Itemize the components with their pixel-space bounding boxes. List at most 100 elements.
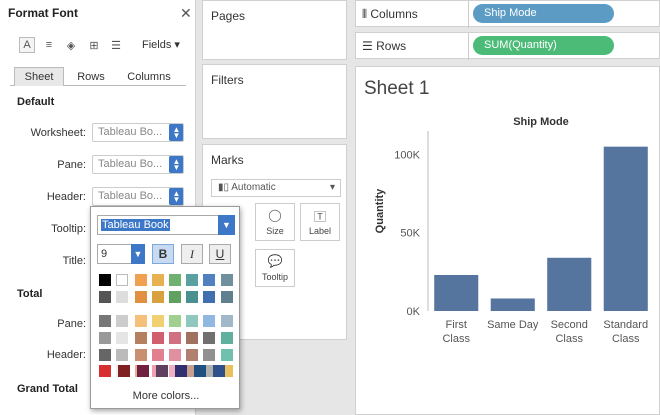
fields-dropdown[interactable]: Fields ▾	[142, 38, 180, 51]
bar-chart: Ship Mode Quantity 0K 50K 100K First Class Same…	[374, 116, 648, 345]
size-label: Size	[266, 226, 284, 236]
tab-rows[interactable]: Rows	[68, 67, 114, 86]
color-swatch[interactable]	[194, 365, 206, 377]
color-swatch[interactable]	[203, 332, 215, 344]
filters-shelf[interactable]: Filters	[202, 64, 347, 139]
font-size-select[interactable]: 9 ▼	[97, 244, 145, 264]
tab-columns[interactable]: Columns	[116, 67, 182, 86]
color-swatch[interactable]	[175, 365, 187, 377]
columns-shelf[interactable]: ⫴ Columns Ship Mode	[355, 0, 660, 28]
color-swatch[interactable]	[116, 291, 128, 303]
fields-label: Fields	[142, 39, 172, 51]
color-swatch[interactable]	[99, 349, 111, 361]
total-pane-label: Pane:	[57, 318, 86, 330]
color-swatch[interactable]	[99, 274, 111, 286]
color-swatch[interactable]	[186, 315, 198, 327]
color-swatch[interactable]	[135, 274, 147, 286]
alignment-tool-icon[interactable]: ≡	[41, 37, 57, 53]
x-tick-label: Class	[442, 333, 470, 345]
filters-title: Filters	[211, 73, 244, 87]
font-name-select[interactable]: Tableau Book ▼	[97, 215, 235, 235]
label-button[interactable]: 🅃 Label	[300, 203, 340, 241]
color-swatch[interactable]	[99, 332, 111, 344]
worksheet-font-select[interactable]: Tableau Bo... ▲ ▼	[92, 123, 184, 142]
color-swatch[interactable]	[221, 274, 233, 286]
chart-title: Ship Mode	[513, 116, 569, 128]
y-tick-label: 50K	[400, 228, 420, 240]
color-swatch[interactable]	[169, 291, 181, 303]
color-swatch[interactable]	[118, 365, 130, 377]
tooltip-button[interactable]: 💬 Tooltip	[255, 249, 295, 287]
color-swatch[interactable]	[203, 315, 215, 327]
rows-shelf[interactable]: ☰ Rows SUM(Quantity)	[355, 32, 660, 60]
borders-tool-icon[interactable]: ⊞	[86, 37, 102, 53]
color-swatch[interactable]	[203, 291, 215, 303]
tooltip-icon: 💬	[267, 254, 283, 268]
chevron-updown-icon: ▲ ▼	[169, 124, 183, 141]
color-swatch[interactable]	[169, 315, 181, 327]
ship-mode-pill[interactable]: Ship Mode	[473, 4, 614, 23]
pane-font-value: Tableau Bo...	[98, 158, 163, 170]
color-swatch[interactable]	[169, 332, 181, 344]
columns-shelf-label: ⫴ Columns	[362, 7, 418, 22]
size-button[interactable]: ◯ Size	[255, 203, 295, 241]
italic-button[interactable]: I	[181, 244, 203, 264]
color-swatch[interactable]	[203, 274, 215, 286]
color-swatch[interactable]	[203, 349, 215, 361]
pages-shelf[interactable]: Pages	[202, 0, 347, 60]
sum-quantity-pill[interactable]: SUM(Quantity)	[473, 36, 614, 55]
pane-label: Pane:	[57, 159, 86, 171]
shading-tool-icon[interactable]: ◈	[63, 37, 79, 53]
shelf-divider	[468, 1, 469, 28]
sheet-title: Sheet 1	[364, 78, 430, 99]
color-swatch[interactable]	[99, 315, 111, 327]
color-swatch[interactable]	[116, 315, 128, 327]
close-icon[interactable]: ✕	[180, 5, 192, 22]
marks-title: Marks	[211, 153, 244, 167]
color-swatch[interactable]	[213, 365, 225, 377]
color-swatch[interactable]	[116, 349, 128, 361]
color-swatch[interactable]	[221, 315, 233, 327]
color-swatch[interactable]	[186, 332, 198, 344]
color-swatch[interactable]	[169, 274, 181, 286]
x-tick-label: First	[446, 319, 467, 331]
color-swatch[interactable]	[186, 274, 198, 286]
bar	[547, 257, 592, 311]
color-swatch[interactable]	[186, 349, 198, 361]
color-swatch[interactable]	[135, 332, 147, 344]
more-colors-link[interactable]: More colors...	[91, 390, 241, 402]
color-swatch[interactable]	[99, 365, 111, 377]
color-swatch[interactable]	[135, 291, 147, 303]
color-swatch[interactable]	[135, 315, 147, 327]
color-swatch[interactable]	[221, 332, 233, 344]
pane-font-select[interactable]: Tableau Bo... ▲ ▼	[92, 155, 184, 174]
color-swatch[interactable]	[221, 291, 233, 303]
font-tool-icon[interactable]: A	[19, 37, 35, 53]
underline-button[interactable]: U	[209, 244, 231, 264]
color-swatch[interactable]	[137, 365, 149, 377]
bold-button[interactable]: B	[152, 244, 174, 264]
color-swatch[interactable]	[152, 349, 164, 361]
color-swatch[interactable]	[99, 291, 111, 303]
color-swatch[interactable]	[116, 274, 128, 286]
color-swatch[interactable]	[186, 291, 198, 303]
format-tabs: Sheet Rows Columns	[10, 67, 186, 86]
color-swatch[interactable]	[152, 315, 164, 327]
chevron-down-icon: ▼	[131, 244, 145, 264]
header-font-value: Tableau Bo...	[98, 190, 163, 202]
lines-tool-icon[interactable]: ☰	[108, 37, 124, 53]
bar	[603, 146, 648, 311]
mark-type-dropdown[interactable]: ▮▯ Automatic ▾	[211, 179, 341, 197]
color-swatch[interactable]	[152, 274, 164, 286]
total-section-title: Total	[17, 288, 43, 300]
tab-sheet[interactable]: Sheet	[14, 67, 64, 86]
color-swatch[interactable]	[152, 291, 164, 303]
color-swatch[interactable]	[156, 365, 168, 377]
color-swatch[interactable]	[152, 332, 164, 344]
color-swatch[interactable]	[135, 349, 147, 361]
color-swatch[interactable]	[221, 349, 233, 361]
header-font-select[interactable]: Tableau Bo... ▲ ▼	[92, 187, 184, 206]
color-swatch[interactable]	[116, 332, 128, 344]
y-axis-label: Quantity	[374, 188, 386, 233]
color-swatch[interactable]	[169, 349, 181, 361]
